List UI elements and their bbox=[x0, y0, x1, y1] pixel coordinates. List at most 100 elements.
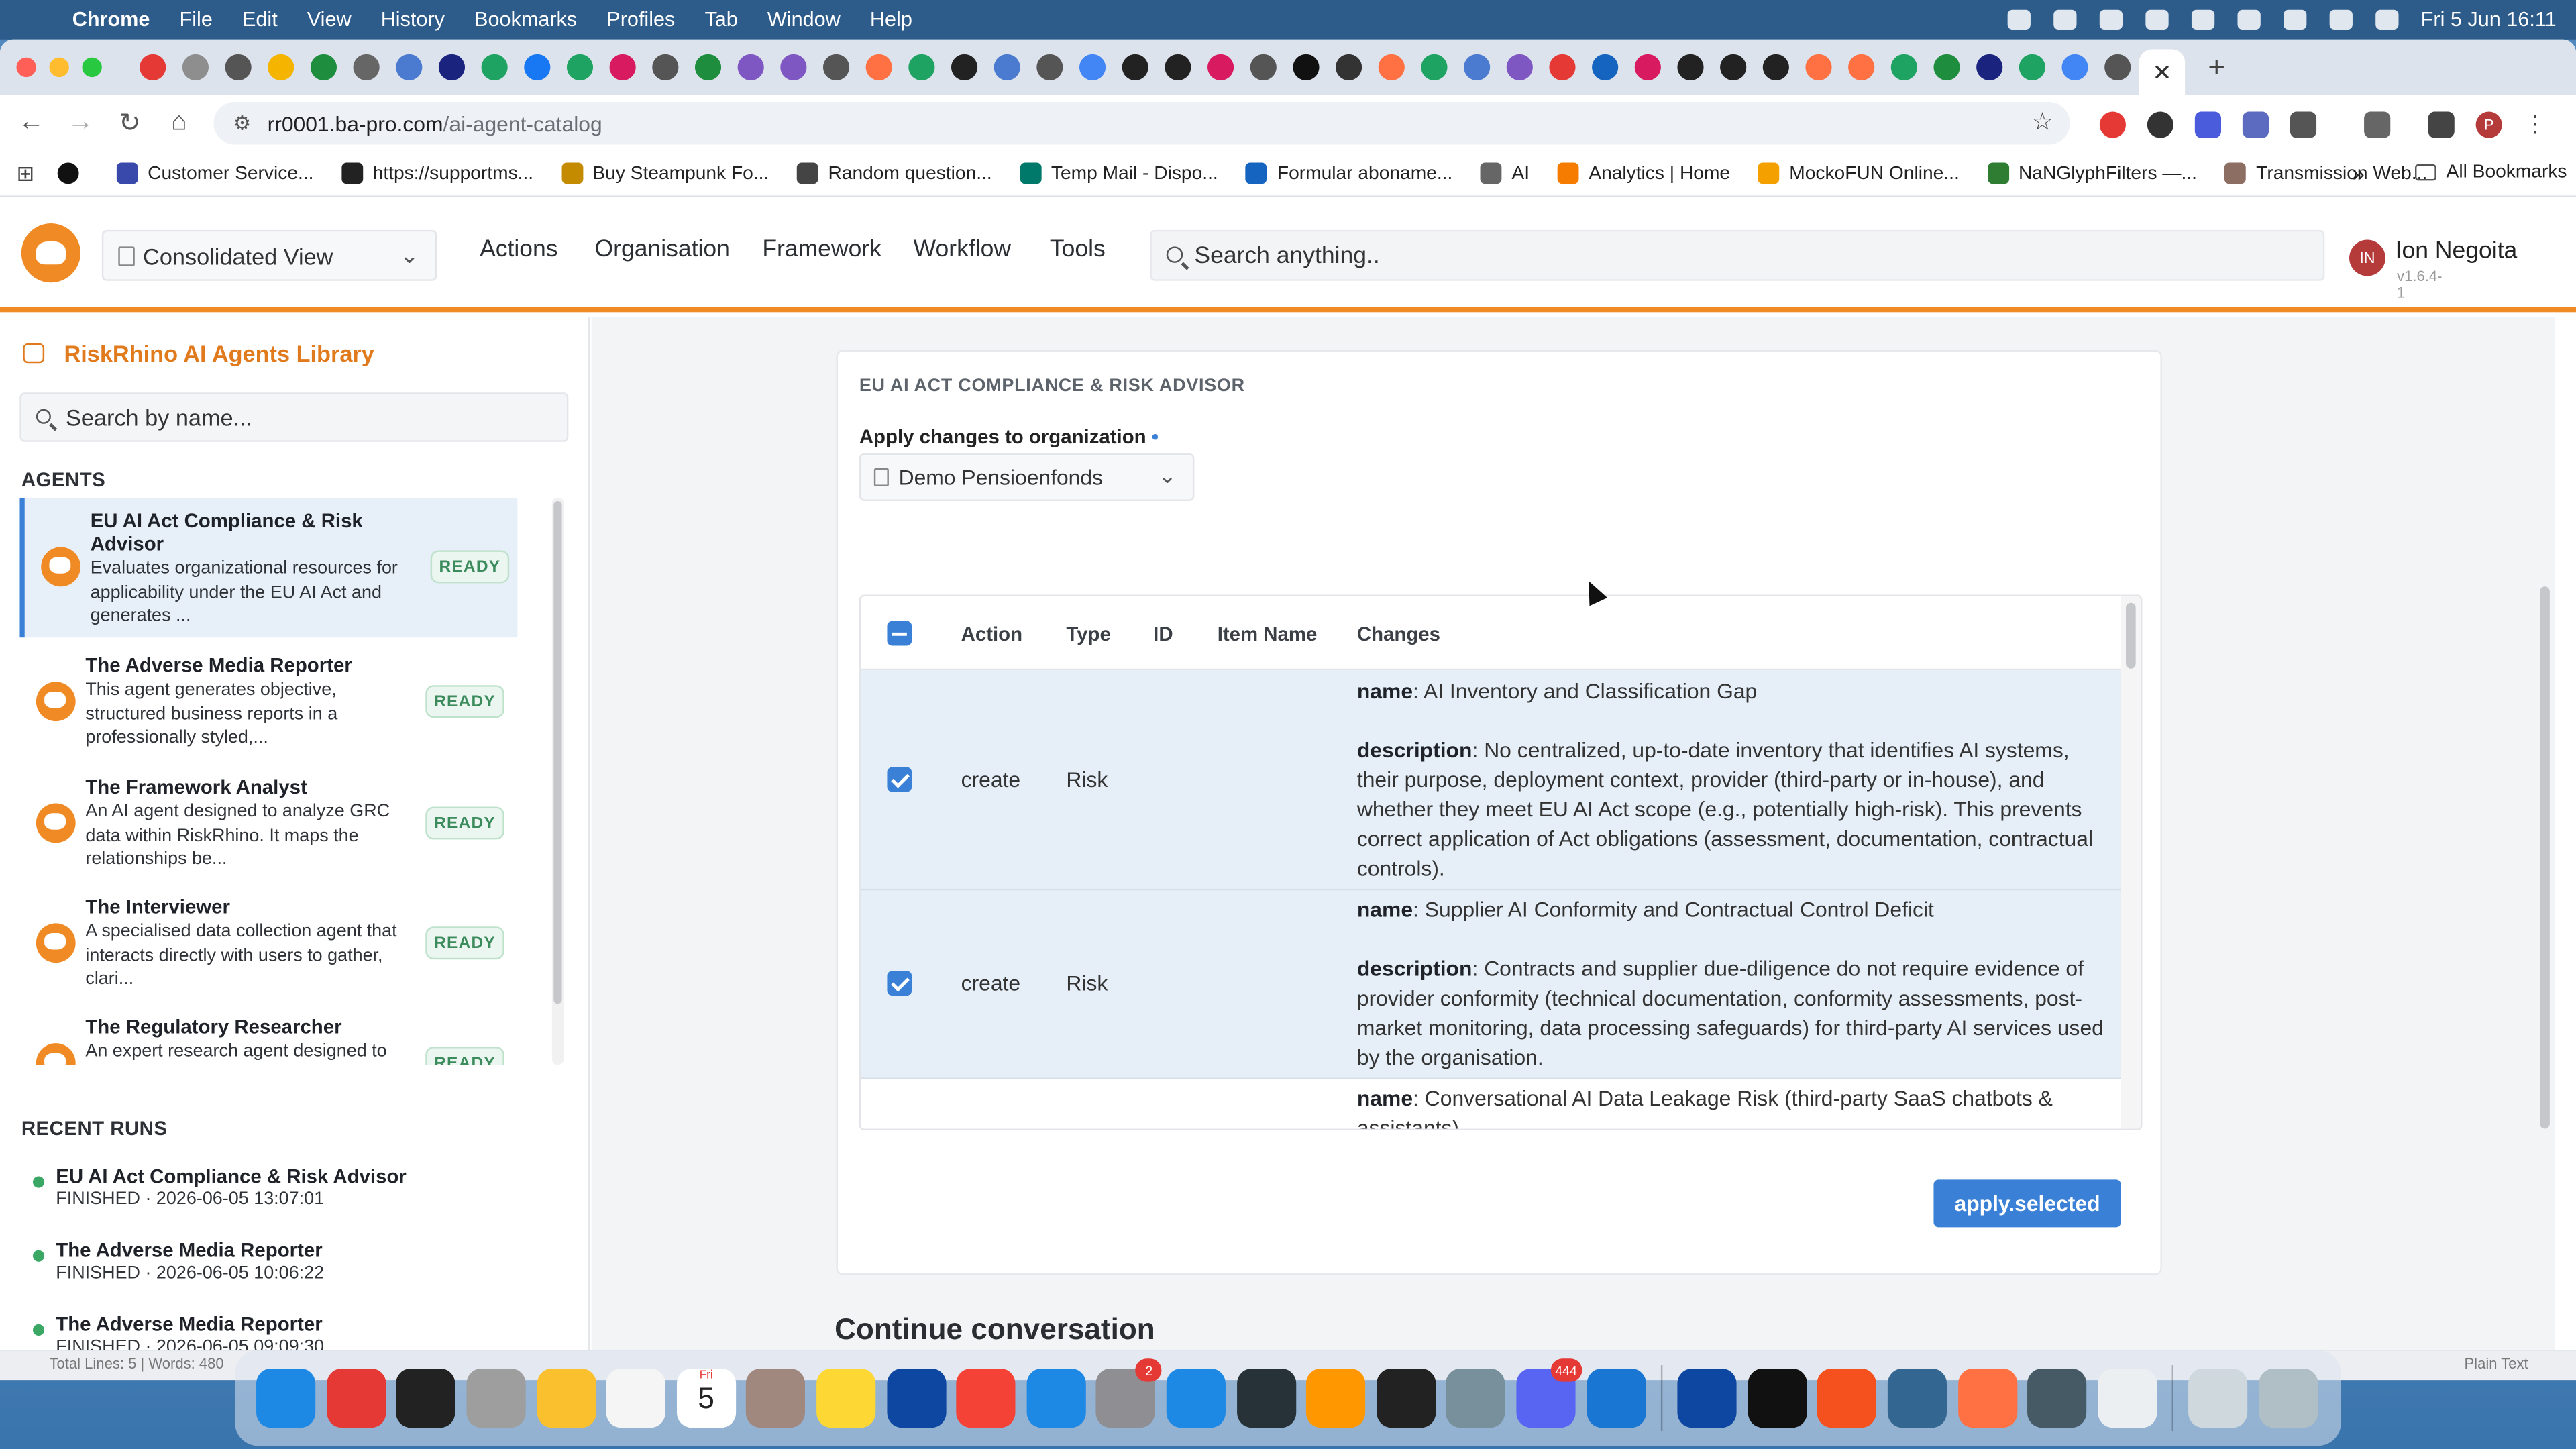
shield-icon[interactable] bbox=[2190, 9, 2214, 30]
tab-favicon-icon[interactable] bbox=[994, 54, 1020, 81]
row-checkbox[interactable] bbox=[887, 971, 912, 996]
home-icon[interactable]: ⌂ bbox=[154, 109, 203, 138]
tab-favicon-icon[interactable] bbox=[1805, 54, 1832, 81]
menubar-app-name[interactable]: Chrome bbox=[66, 8, 165, 31]
tab-favicon-icon[interactable] bbox=[1250, 54, 1277, 81]
all-bookmarks-button[interactable]: All Bookmarks bbox=[2415, 162, 2567, 182]
scroll-thumb[interactable] bbox=[2540, 586, 2550, 1129]
tab-favicon-icon[interactable] bbox=[566, 54, 594, 81]
tab-favicon-icon[interactable] bbox=[1036, 54, 1063, 81]
tab-favicon-icon[interactable] bbox=[1720, 54, 1747, 81]
cast-icon[interactable] bbox=[2364, 111, 2391, 138]
select-all-checkbox[interactable] bbox=[887, 621, 912, 646]
cloud-icon[interactable] bbox=[2098, 9, 2122, 30]
menu-profiles[interactable]: Profiles bbox=[592, 8, 690, 31]
disk-util-icon[interactable] bbox=[2027, 1368, 2087, 1428]
column-changes[interactable]: Changes bbox=[1357, 623, 1440, 645]
row-checkbox[interactable] bbox=[887, 767, 912, 792]
tab-favicon-icon[interactable] bbox=[694, 54, 722, 81]
bookmark-item[interactable]: Buy Steampunk Fo... bbox=[561, 162, 769, 184]
apply-selected-button[interactable]: apply.selected bbox=[1933, 1179, 2121, 1228]
eclipse-icon[interactable] bbox=[1236, 1368, 1296, 1428]
bookmark-item[interactable]: Temp Mail - Dispo... bbox=[1020, 162, 1218, 184]
tab-favicon-icon[interactable] bbox=[1122, 54, 1148, 81]
nav-organisation[interactable]: Organisation bbox=[595, 237, 730, 263]
tab-favicon-icon[interactable] bbox=[1464, 54, 1491, 81]
table-scrollbar[interactable] bbox=[2121, 596, 2141, 1129]
column-item-name[interactable]: Item Name bbox=[1218, 623, 1318, 645]
table-row[interactable]: create Risk name: AI Inventory and Class… bbox=[861, 670, 2123, 891]
pencil-icon[interactable] bbox=[1957, 1368, 2017, 1428]
tab-favicon-icon[interactable] bbox=[481, 54, 508, 81]
tab-favicon-icon[interactable] bbox=[310, 54, 337, 81]
tab-favicon-icon[interactable] bbox=[1848, 54, 1875, 81]
column-action[interactable]: Action bbox=[961, 623, 1022, 645]
tab-favicon-icon[interactable] bbox=[1634, 54, 1661, 81]
wifi-icon[interactable] bbox=[2282, 9, 2306, 30]
tab-favicon-icon[interactable] bbox=[1165, 54, 1191, 81]
tab-favicon-icon[interactable] bbox=[140, 54, 166, 81]
tab-favicon-icon[interactable] bbox=[524, 54, 551, 81]
tab-favicon-icon[interactable] bbox=[2061, 54, 2088, 81]
tab-favicon-icon[interactable] bbox=[1890, 54, 1917, 81]
tab-favicon-icon[interactable] bbox=[396, 54, 423, 81]
automator-icon[interactable] bbox=[1446, 1368, 1506, 1428]
terminal-icon[interactable] bbox=[396, 1368, 456, 1428]
new-tab-button[interactable]: + bbox=[2208, 50, 2225, 85]
agent-item[interactable]: The Framework Analyst An AI agent design… bbox=[19, 764, 517, 882]
claude-icon[interactable] bbox=[1817, 1368, 1877, 1428]
agent-search-input[interactable]: Search by name... bbox=[19, 392, 569, 442]
discord-icon[interactable]: 444 bbox=[1516, 1358, 1582, 1428]
column-id[interactable]: ID bbox=[1153, 623, 1173, 645]
menu-help[interactable]: Help bbox=[855, 8, 927, 31]
organization-select[interactable]: Demo Pensioenfonds ⌄ bbox=[859, 453, 1195, 501]
finder-icon[interactable] bbox=[256, 1368, 316, 1428]
profile-avatar[interactable]: P bbox=[2475, 111, 2502, 138]
spotlight-icon[interactable] bbox=[2328, 9, 2352, 30]
menu-history[interactable]: History bbox=[366, 8, 460, 31]
user-avatar[interactable]: IN bbox=[2349, 239, 2385, 276]
forward-icon[interactable]: → bbox=[56, 109, 105, 138]
tab-favicon-icon[interactable] bbox=[780, 54, 807, 81]
apps-grid-icon[interactable]: ⊞ bbox=[16, 160, 34, 186]
tab-favicon-icon[interactable] bbox=[1677, 54, 1704, 81]
tab-favicon-icon[interactable] bbox=[1933, 54, 1960, 81]
pgadmin-icon[interactable] bbox=[1887, 1368, 1947, 1428]
bookmark-item[interactable]: Formular aboname... bbox=[1246, 162, 1452, 184]
bookmark-item[interactable]: Customer Service... bbox=[116, 162, 314, 184]
table-row[interactable]: name: Conversational AI Data Leakage Ris… bbox=[861, 1079, 2123, 1129]
app-store-icon[interactable] bbox=[1026, 1368, 1086, 1428]
launchpad-icon[interactable] bbox=[466, 1368, 526, 1428]
vscode-icon[interactable] bbox=[1586, 1368, 1646, 1428]
freeform-icon[interactable] bbox=[886, 1368, 946, 1428]
agent-item[interactable]: EU AI Act Compliance & Risk Advisor Eval… bbox=[19, 498, 518, 638]
riskrhino-logo[interactable] bbox=[21, 223, 81, 283]
bookmark-item[interactable]: Transmission Web... bbox=[2224, 162, 2427, 184]
downloads-icon[interactable] bbox=[2188, 1368, 2249, 1428]
site-info-icon[interactable]: ⚙ bbox=[233, 112, 251, 135]
bookmark-item[interactable]: Analytics | Home bbox=[1557, 162, 1730, 184]
puzzle-icon[interactable] bbox=[2290, 111, 2317, 138]
tab-favicon-icon[interactable] bbox=[822, 54, 850, 81]
tab-favicon-icon[interactable] bbox=[1079, 54, 1106, 81]
bookmark-star-icon[interactable]: ☆ bbox=[2031, 107, 2053, 137]
tab-favicon-icon[interactable] bbox=[951, 54, 978, 81]
chrome-icon[interactable] bbox=[327, 1368, 386, 1428]
download-icon[interactable] bbox=[2428, 111, 2455, 138]
active-tab[interactable]: ✕ bbox=[2139, 49, 2186, 96]
table-row[interactable]: create Risk name: Supplier AI Conformity… bbox=[861, 890, 2123, 1079]
address-bar[interactable]: ⚙ rr0001.ba-pro.com/ai-agent-catalog ☆ bbox=[213, 101, 2070, 145]
tab-favicon-icon[interactable] bbox=[1378, 54, 1405, 81]
menubar-clock[interactable]: Fri 5 Jun 16:11 bbox=[2421, 8, 2557, 31]
bookmark-item[interactable] bbox=[57, 162, 89, 184]
calendar-icon[interactable]: 5 Fri bbox=[676, 1368, 736, 1428]
nav-actions[interactable]: Actions bbox=[480, 237, 557, 263]
tab-favicon-icon[interactable] bbox=[1592, 54, 1619, 81]
tab-favicon-icon[interactable] bbox=[1976, 54, 2003, 81]
contacts-icon[interactable] bbox=[746, 1368, 806, 1428]
chrome-menu-icon[interactable]: ⋮ bbox=[2524, 110, 2546, 138]
file-icon[interactable] bbox=[2097, 1368, 2157, 1428]
tab-favicon-icon[interactable] bbox=[865, 54, 892, 81]
menu-edit[interactable]: Edit bbox=[227, 8, 292, 31]
agent-item[interactable]: The Regulatory Researcher An expert rese… bbox=[19, 1004, 517, 1065]
